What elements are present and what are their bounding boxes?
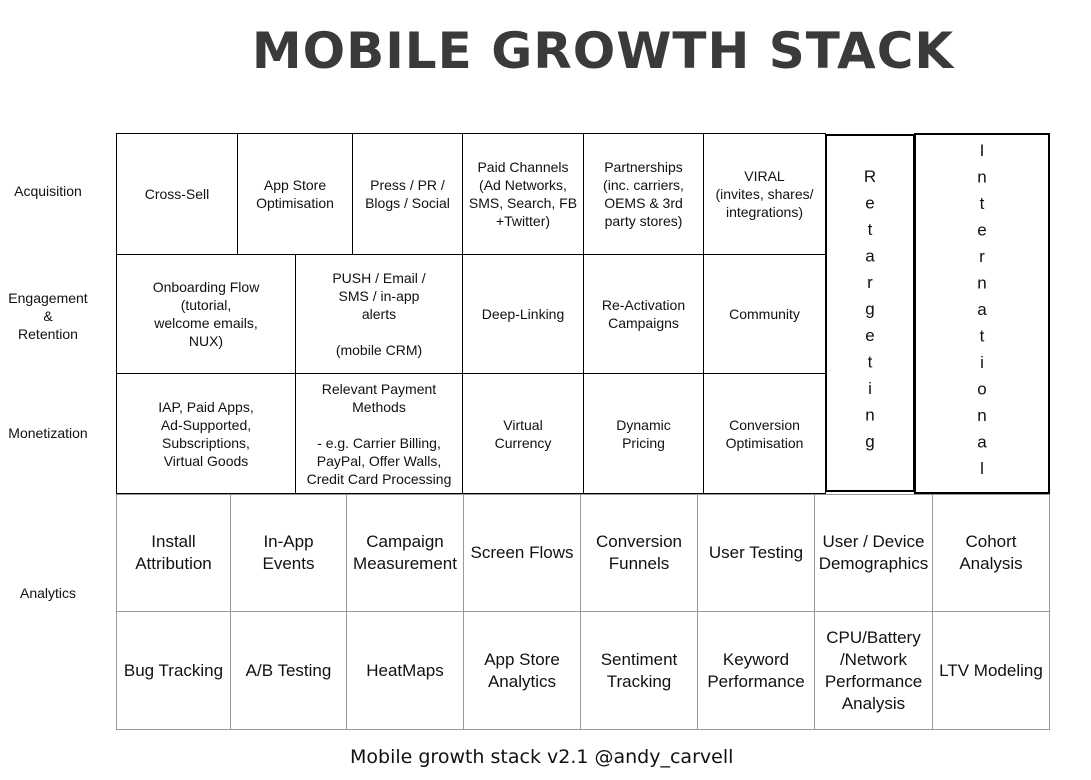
analytics-cell: Install Attribution [116, 494, 231, 612]
analytics-cell: A/B Testing [230, 611, 347, 730]
row-label-engagement: Engagement & Retention [8, 290, 88, 342]
analytics-cell: Screen Flows [463, 494, 581, 612]
analytics-cell: App Store Analytics [463, 611, 581, 730]
footer-caption: Mobile growth stack v2.1 @andy_carvell [350, 746, 734, 768]
analytics-cell: Campaign Measurement [346, 494, 464, 612]
monetization-cell: Relevant Payment Methods - e.g. Carrier … [295, 373, 463, 494]
acquisition-cell: App Store Optimisation [237, 133, 353, 255]
international-label: International [972, 141, 992, 486]
engagement-cell: Community [703, 254, 826, 374]
acquisition-cell: Paid Channels (Ad Networks, SMS, Search,… [462, 133, 584, 255]
retargeting-label: Retargeting [860, 167, 880, 459]
engagement-cell: PUSH / Email / SMS / in-app alerts (mobi… [295, 254, 463, 374]
analytics-cell: HeatMaps [346, 611, 464, 730]
page-title: MOBILE GROWTH STACK [251, 22, 955, 80]
analytics-cell: Sentiment Tracking [580, 611, 698, 730]
row-label-acquisition: Acquisition [14, 183, 82, 199]
analytics-cell: In-App Events [230, 494, 347, 612]
acquisition-cell: Partnerships (inc. carriers, OEMS & 3rd … [583, 133, 704, 255]
analytics-cell: CPU/Battery /Network Performance Analysi… [814, 611, 933, 730]
acquisition-cell: VIRAL (invites, shares/ integrations) [703, 133, 826, 255]
analytics-cell: Cohort Analysis [932, 494, 1050, 612]
acquisition-cell: Cross-Sell [116, 133, 238, 255]
monetization-cell: IAP, Paid Apps, Ad-Supported, Subscripti… [116, 373, 296, 494]
monetization-cell: Conversion Optimisation [703, 373, 826, 494]
analytics-cell: Conversion Funnels [580, 494, 698, 612]
monetization-cell: Dynamic Pricing [583, 373, 704, 494]
analytics-cell: Bug Tracking [116, 611, 231, 730]
engagement-cell: Deep-Linking [462, 254, 584, 374]
analytics-cell: User Testing [697, 494, 815, 612]
engagement-cell: Re-Activation Campaigns [583, 254, 704, 374]
row-label-monetization: Monetization [8, 425, 88, 441]
engagement-cell: Onboarding Flow (tutorial, welcome email… [116, 254, 296, 374]
analytics-cell: Keyword Performance [697, 611, 815, 730]
retargeting-cell: Retargeting [825, 134, 915, 492]
analytics-cell: User / Device Demographics [814, 494, 933, 612]
international-cell: International [914, 133, 1050, 494]
acquisition-cell: Press / PR / Blogs / Social [352, 133, 463, 255]
analytics-cell: LTV Modeling [932, 611, 1050, 730]
row-label-analytics: Analytics [19, 585, 77, 601]
monetization-cell: Virtual Currency [462, 373, 584, 494]
